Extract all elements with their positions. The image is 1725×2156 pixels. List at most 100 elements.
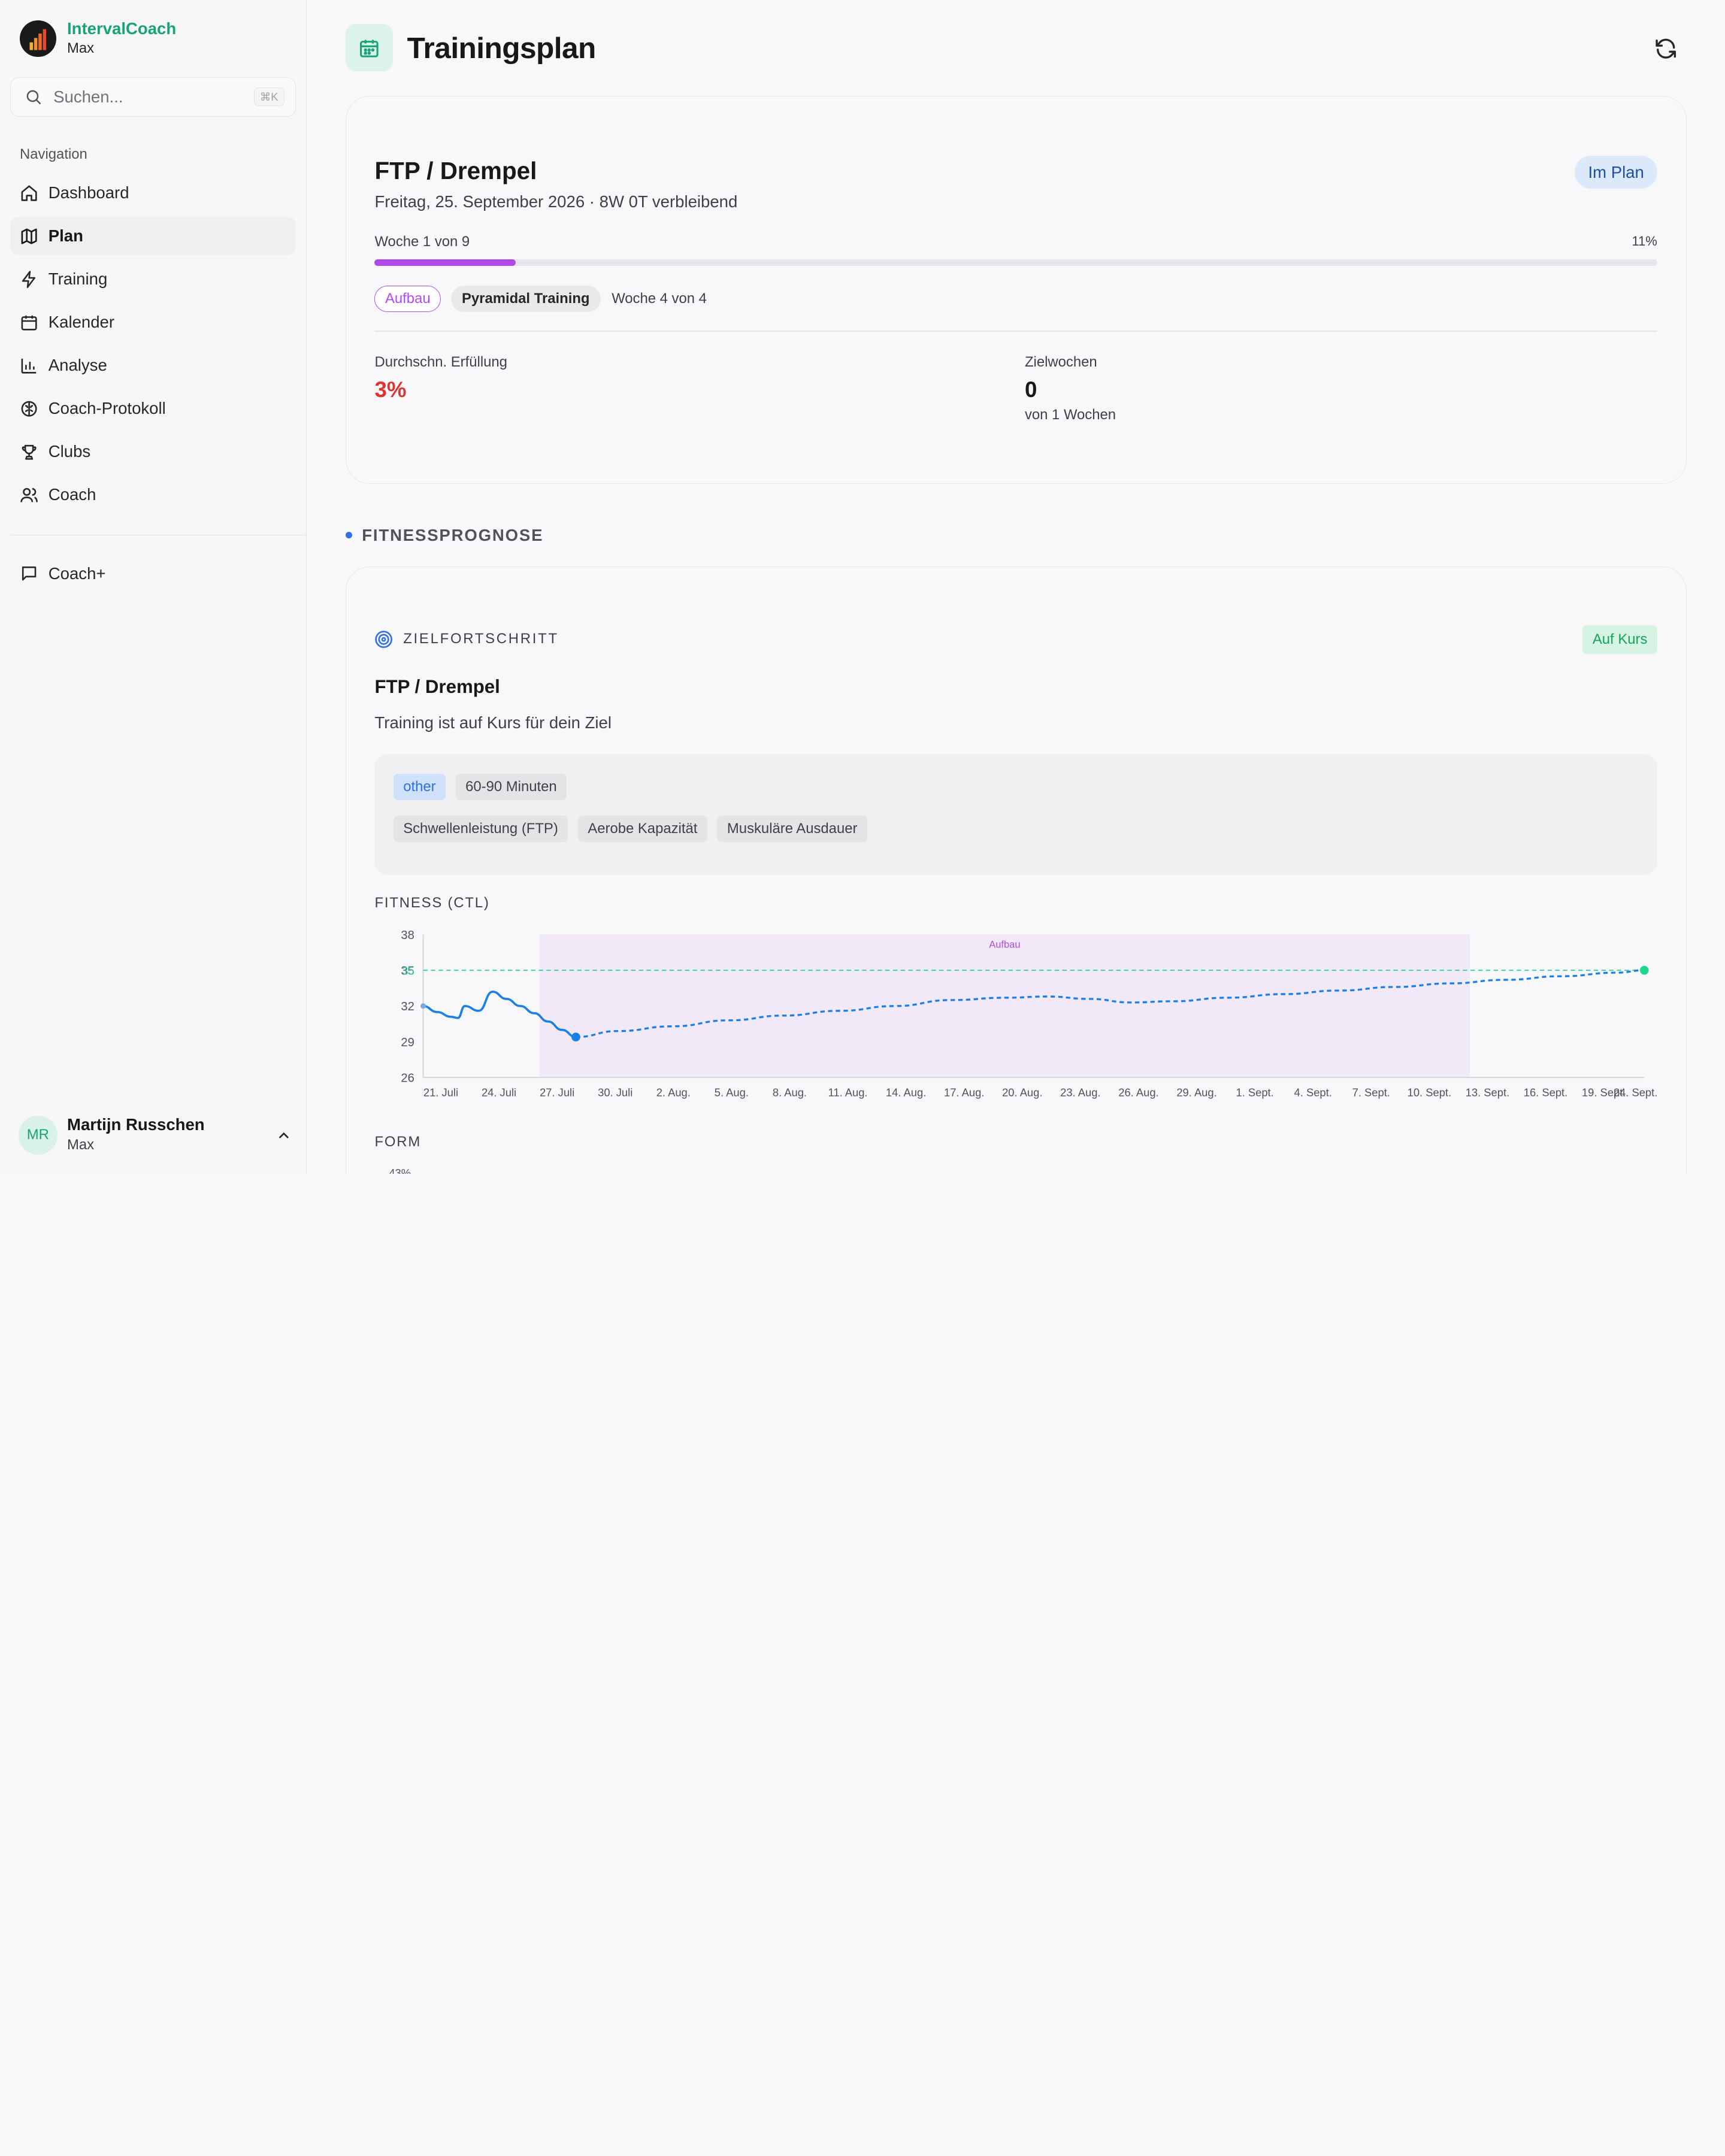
nav-item-label: Coach-Protokoll: [48, 399, 166, 418]
nav-item-analyse[interactable]: Analyse: [10, 346, 296, 384]
nav-item-coachplus[interactable]: Coach+: [10, 555, 296, 593]
plan-subtitle: Freitag, 25. September 2026 · 8W 0T verb…: [374, 192, 738, 211]
main-content: Trainingsplan FTP / Drempel Freitag, 25.…: [307, 0, 1725, 1174]
brain-icon: [21, 401, 37, 417]
form-tick: 43%: [389, 1166, 411, 1174]
form-chart-title: FORM: [374, 1133, 422, 1150]
stat-sub: von 1 Wochen: [1024, 406, 1116, 423]
stat-fulfilment: Durchschn. Erfüllung 3%: [374, 354, 507, 402]
x-tick-label: 26. Aug.: [1118, 1086, 1158, 1098]
divider: [374, 330, 1658, 332]
user-subtitle: Max: [67, 1136, 95, 1153]
search-input[interactable]: Suchen... ⌘K: [10, 77, 296, 117]
trophy-icon: [22, 444, 37, 460]
page-title: Trainingsplan: [407, 31, 597, 65]
logo-icon: [20, 20, 56, 57]
y-tick-label: 32: [401, 1000, 414, 1013]
users-icon: [20, 487, 38, 502]
search-icon: [27, 90, 41, 104]
nav-item-label: Training: [48, 270, 108, 289]
section-title: FITNESSPROGNOSE: [362, 525, 544, 544]
stat-target-weeks: Zielwochen 0 von 1 Wochen: [1025, 354, 1116, 423]
stat-value: 3%: [374, 377, 407, 402]
x-tick-label: 1. Sept.: [1236, 1086, 1273, 1098]
stat-value: 0: [1024, 377, 1037, 402]
progress-bar-fill: [374, 259, 516, 266]
zap-icon: [22, 270, 36, 288]
x-tick-label: 10. Sept.: [1407, 1086, 1451, 1098]
refresh-icon[interactable]: [1654, 37, 1678, 60]
map-icon: [21, 228, 37, 244]
y-tick-label: 29: [401, 1036, 414, 1049]
nav-item-kalender[interactable]: Kalender: [10, 303, 296, 341]
x-tick-label: 16. Sept.: [1523, 1086, 1567, 1098]
x-tick-label: 20. Aug.: [1002, 1086, 1042, 1098]
target-point: [1639, 965, 1649, 975]
nav-item-label: Kalender: [48, 313, 115, 332]
x-tick-label: 23. Aug.: [1060, 1086, 1100, 1098]
current-point: [571, 1032, 580, 1041]
nav-item-plan[interactable]: Plan: [10, 217, 296, 256]
forecast-card: ZIELFORTSCHRITT Auf Kurs FTP / Drempel T…: [345, 566, 1687, 1174]
x-tick-label: 14. Aug.: [886, 1086, 926, 1098]
user-menu[interactable]: MR Martijn Russchen Max: [19, 1115, 292, 1156]
nav-list: Dashboard Plan Training Kalender Analyse…: [10, 174, 296, 519]
phase-chip: Aufbau: [374, 285, 441, 312]
y-tick-label: 26: [401, 1071, 414, 1085]
week-label: Woche 1 von 9: [374, 234, 470, 250]
x-tick-label: 29. Aug.: [1176, 1086, 1216, 1098]
sidebar-divider: [10, 534, 306, 536]
nav-item-label: Dashboard: [48, 183, 129, 202]
progress-percent: 11%: [1632, 234, 1657, 249]
x-tick-label: 30. Juli: [598, 1086, 632, 1098]
search-placeholder: Suchen...: [53, 87, 123, 106]
x-tick-label: 27. Juli: [540, 1086, 574, 1098]
nav-item-label: Clubs: [48, 442, 91, 461]
nav-item-training[interactable]: Training: [10, 260, 296, 298]
nav-item-coach[interactable]: Coach: [10, 476, 296, 514]
phase-band: [539, 934, 1470, 1078]
app-root: IntervalCoach Max Suchen... ⌘K Navigatio…: [0, 0, 1725, 1174]
x-tick-label: 8. Aug.: [773, 1086, 807, 1098]
plan-card: FTP / Drempel Freitag, 25. September 202…: [345, 95, 1687, 485]
target-label: 35: [402, 964, 414, 977]
band-label: Aufbau: [989, 938, 1020, 950]
nav-item-dashboard[interactable]: Dashboard: [10, 174, 296, 212]
block-chip: Pyramidal Training: [450, 285, 601, 312]
start-point: [420, 1003, 426, 1009]
progress-bar: [374, 259, 1658, 266]
block-week: Woche 4 von 4: [612, 290, 707, 307]
sidebar: IntervalCoach Max Suchen... ⌘K Navigatio…: [0, 0, 307, 1174]
x-tick-label: 17. Aug.: [944, 1086, 984, 1098]
nav-item-clubs[interactable]: Clubs: [10, 432, 296, 471]
user-name: Martijn Russchen: [67, 1115, 205, 1134]
nav-coachplus: Coach+: [10, 555, 296, 598]
x-tick-label: 21. Juli: [423, 1086, 458, 1098]
section-dot: [345, 532, 352, 539]
stat-label: Durchschn. Erfüllung: [374, 353, 507, 370]
x-tick-label: 11. Aug.: [828, 1086, 867, 1098]
plan-title: FTP / Drempel: [374, 156, 537, 184]
x-tick-label: 5. Aug.: [715, 1086, 749, 1098]
x-tick-label: 24. Sept.: [1614, 1086, 1658, 1098]
app-subtitle: Max: [67, 40, 95, 57]
page-header: Trainingsplan: [345, 24, 597, 72]
nav-section-label: Navigation: [20, 146, 87, 163]
x-tick-label: 7. Sept.: [1352, 1086, 1390, 1098]
x-tick-label: 13. Sept.: [1465, 1086, 1509, 1098]
nav-item-coach-protokoll[interactable]: Coach-Protokoll: [10, 389, 296, 428]
avatar: MR: [19, 1116, 58, 1155]
bar-chart-icon: [21, 358, 37, 374]
home-icon: [21, 185, 37, 201]
brand[interactable]: IntervalCoach Max: [20, 19, 176, 58]
x-tick-label: 4. Sept.: [1294, 1086, 1331, 1098]
nav-item-label: Plan: [48, 226, 83, 246]
stat-label: Zielwochen: [1024, 353, 1097, 370]
section-header: FITNESSPROGNOSE: [345, 525, 544, 545]
y-tick-label: 38: [401, 929, 414, 942]
search-shortcut: ⌘K: [253, 87, 285, 107]
nav-item-label: Coach+: [48, 564, 106, 583]
phase-chips: Aufbau Pyramidal Training Woche 4 von 4: [374, 285, 707, 312]
fitness-chart: Aufbau 38 35 32 29 26 21. Juli 24. Juli 27. Juli…: [401, 929, 1658, 1099]
app-name: IntervalCoach: [67, 19, 177, 38]
